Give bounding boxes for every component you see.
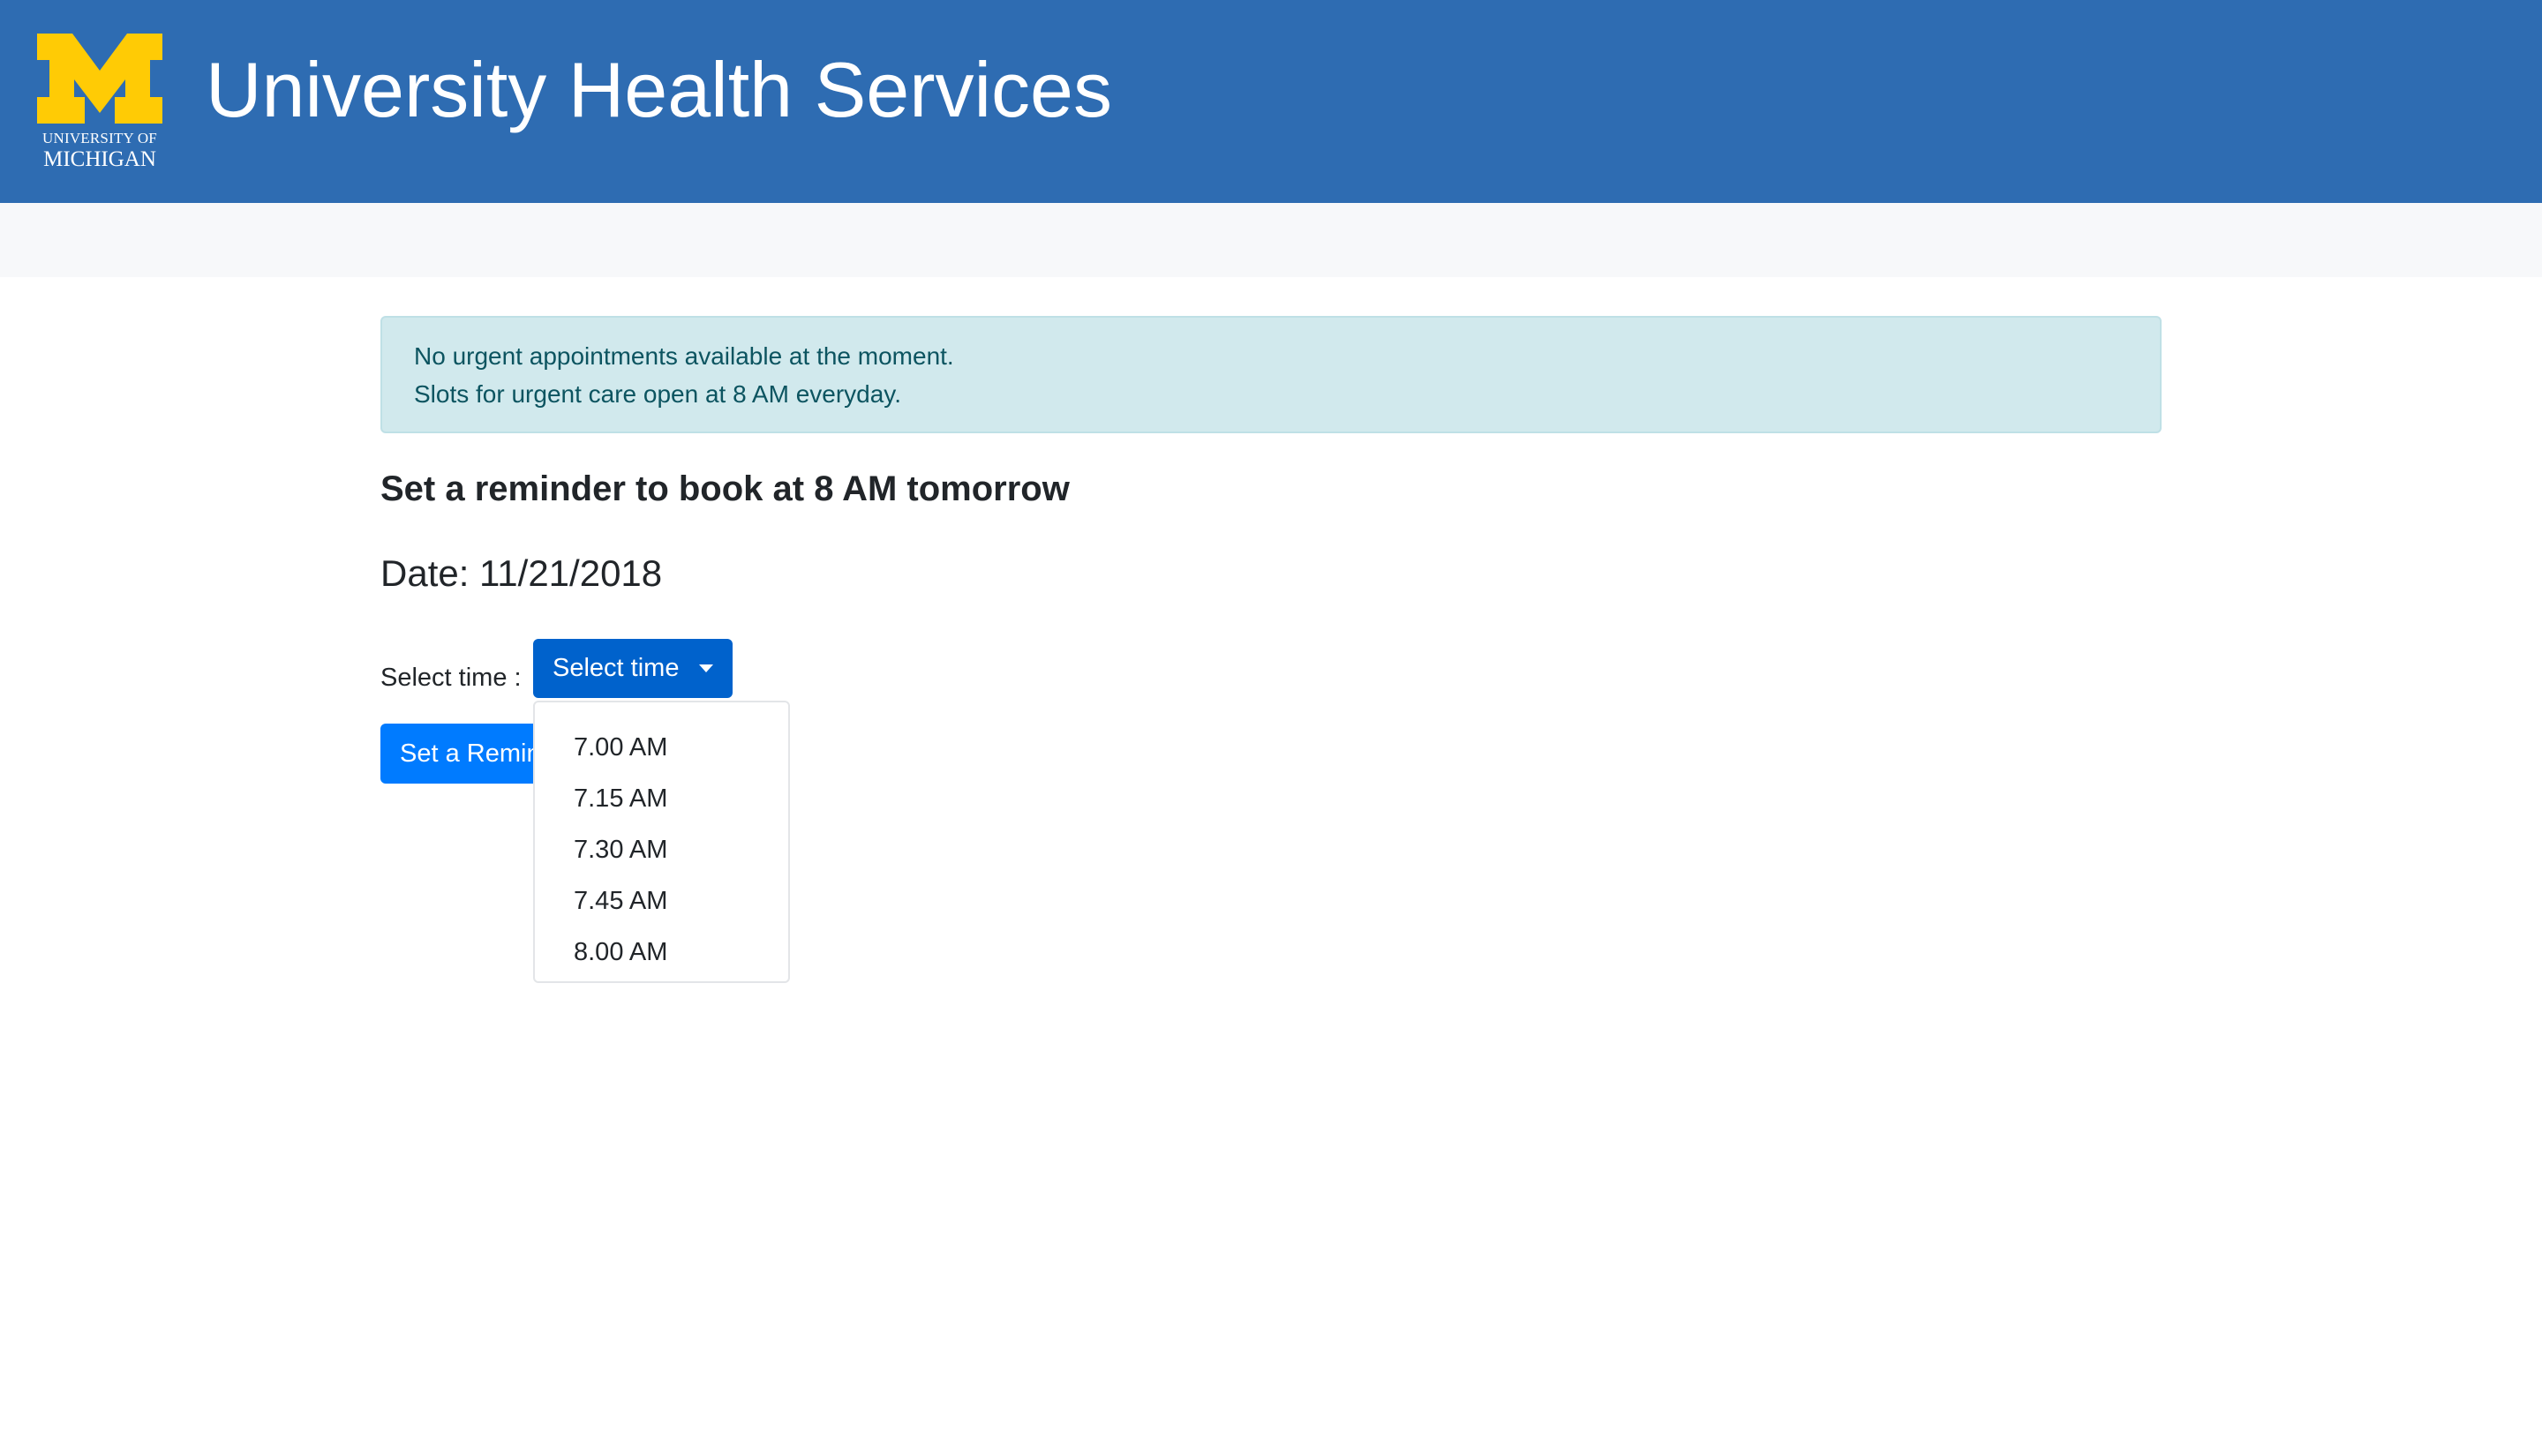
- logo-text-michigan: MICHIGAN: [43, 147, 156, 171]
- time-option-800[interactable]: 8.00 AM: [535, 927, 788, 978]
- time-option-700[interactable]: 7.00 AM: [535, 722, 788, 773]
- site-title[interactable]: University Health Services: [206, 46, 1112, 134]
- select-time-dropdown-button[interactable]: Select time: [533, 639, 733, 698]
- alert-line-2: Slots for urgent care open at 8 AM every…: [414, 380, 902, 408]
- reminder-heading: Set a reminder to book at 8 AM tomorrow: [380, 469, 1070, 508]
- block-m-icon: [37, 34, 162, 124]
- alert-line-1: No urgent appointments available at the …: [414, 342, 954, 370]
- date-display: Date: 11/21/2018: [380, 552, 663, 594]
- time-option-745[interactable]: 7.45 AM: [535, 875, 788, 927]
- time-dropdown-menu: 7.00 AM 7.15 AM 7.30 AM 7.45 AM 8.00 AM: [533, 701, 790, 983]
- set-reminder-button[interactable]: Set a Reminder: [380, 724, 557, 784]
- university-logo[interactable]: UNIVERSITY OF MICHIGAN: [37, 34, 162, 171]
- select-time-label: Select time :: [380, 664, 522, 692]
- select-time-button-label: Select time: [553, 654, 680, 682]
- caret-down-icon: [699, 664, 713, 672]
- time-option-715[interactable]: 7.15 AM: [535, 773, 788, 824]
- logo-text-university-of: UNIVERSITY OF: [42, 130, 157, 146]
- info-alert: No urgent appointments available at the …: [380, 316, 2162, 433]
- sub-navigation-bar: [0, 203, 2542, 277]
- time-option-730[interactable]: 7.30 AM: [535, 824, 788, 875]
- site-header: UNIVERSITY OF MICHIGAN University Health…: [0, 0, 2542, 203]
